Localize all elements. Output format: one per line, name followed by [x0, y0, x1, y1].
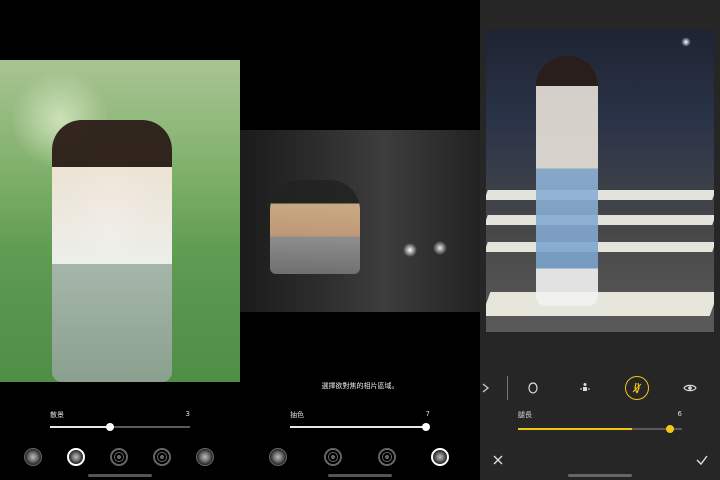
- home-indicator: [88, 474, 152, 477]
- home-indicator: [328, 474, 392, 477]
- colorpop-slider-label: 抽色: [290, 411, 304, 419]
- effect-ring-bokeh[interactable]: [324, 448, 342, 466]
- effect-ring-bokeh[interactable]: [110, 448, 128, 466]
- focus-hint-text: 選擇欲對焦的相片區域。: [321, 382, 399, 390]
- effect-classic-blur[interactable]: [269, 448, 287, 466]
- colorpop-slider-track[interactable]: [290, 423, 430, 431]
- body-edit-panel: 腿長 6: [480, 0, 720, 480]
- leg-slider-value: 6: [677, 410, 682, 418]
- effect-swirl-bokeh[interactable]: [378, 448, 396, 466]
- crosswalk-stripe: [486, 215, 714, 225]
- bokeh-slider-value: 3: [185, 410, 190, 418]
- night-city-photo[interactable]: [240, 130, 480, 312]
- bokeh-slider-label: 散景: [50, 411, 64, 419]
- effect-zoom-blur[interactable]: [196, 448, 214, 466]
- bokeh-panel: 散景 3: [0, 0, 240, 480]
- colorpop-slider-fill: [290, 426, 424, 428]
- confirm-check-icon[interactable]: [695, 452, 709, 466]
- face-tool-icon[interactable]: [521, 376, 545, 400]
- subject-figure: [536, 56, 598, 306]
- colorpop-slider-value: 7: [425, 410, 430, 418]
- body-slim-icon[interactable]: [573, 376, 597, 400]
- home-indicator: [568, 474, 632, 477]
- eye-icon[interactable]: [678, 376, 702, 400]
- color-pop-panel: 選擇欲對焦的相片區域。 抽色 7: [240, 0, 480, 480]
- toolbar-divider: [507, 376, 508, 400]
- leg-slider-track[interactable]: [518, 425, 682, 433]
- crosswalk-photo[interactable]: [486, 30, 714, 332]
- subject-figure: [270, 180, 360, 274]
- effect-color-pop[interactable]: [431, 448, 449, 466]
- colorpop-slider-thumb[interactable]: [422, 423, 430, 431]
- effect-classic-blur[interactable]: [24, 448, 42, 466]
- crosswalk-stripe: [486, 242, 714, 252]
- partial-tool-icon[interactable]: [480, 376, 498, 400]
- crosswalk-stripe: [486, 292, 714, 316]
- subject-figure: [52, 120, 172, 382]
- leg-slider-fill: [518, 428, 632, 430]
- bokeh-slider-fill: [50, 426, 110, 428]
- bokeh-slider-thumb[interactable]: [106, 423, 114, 431]
- effect-circle-bokeh[interactable]: [67, 448, 85, 466]
- crosswalk-stripe: [486, 190, 714, 200]
- leg-slider-label: 腿長: [518, 411, 532, 419]
- leg-slider-thumb[interactable]: [666, 425, 674, 433]
- leg-lengthen-icon[interactable]: [625, 376, 649, 400]
- portrait-photo[interactable]: [0, 60, 240, 382]
- bokeh-slider-track[interactable]: [50, 423, 190, 431]
- close-icon[interactable]: [491, 452, 505, 466]
- effect-swirl-bokeh[interactable]: [153, 448, 171, 466]
